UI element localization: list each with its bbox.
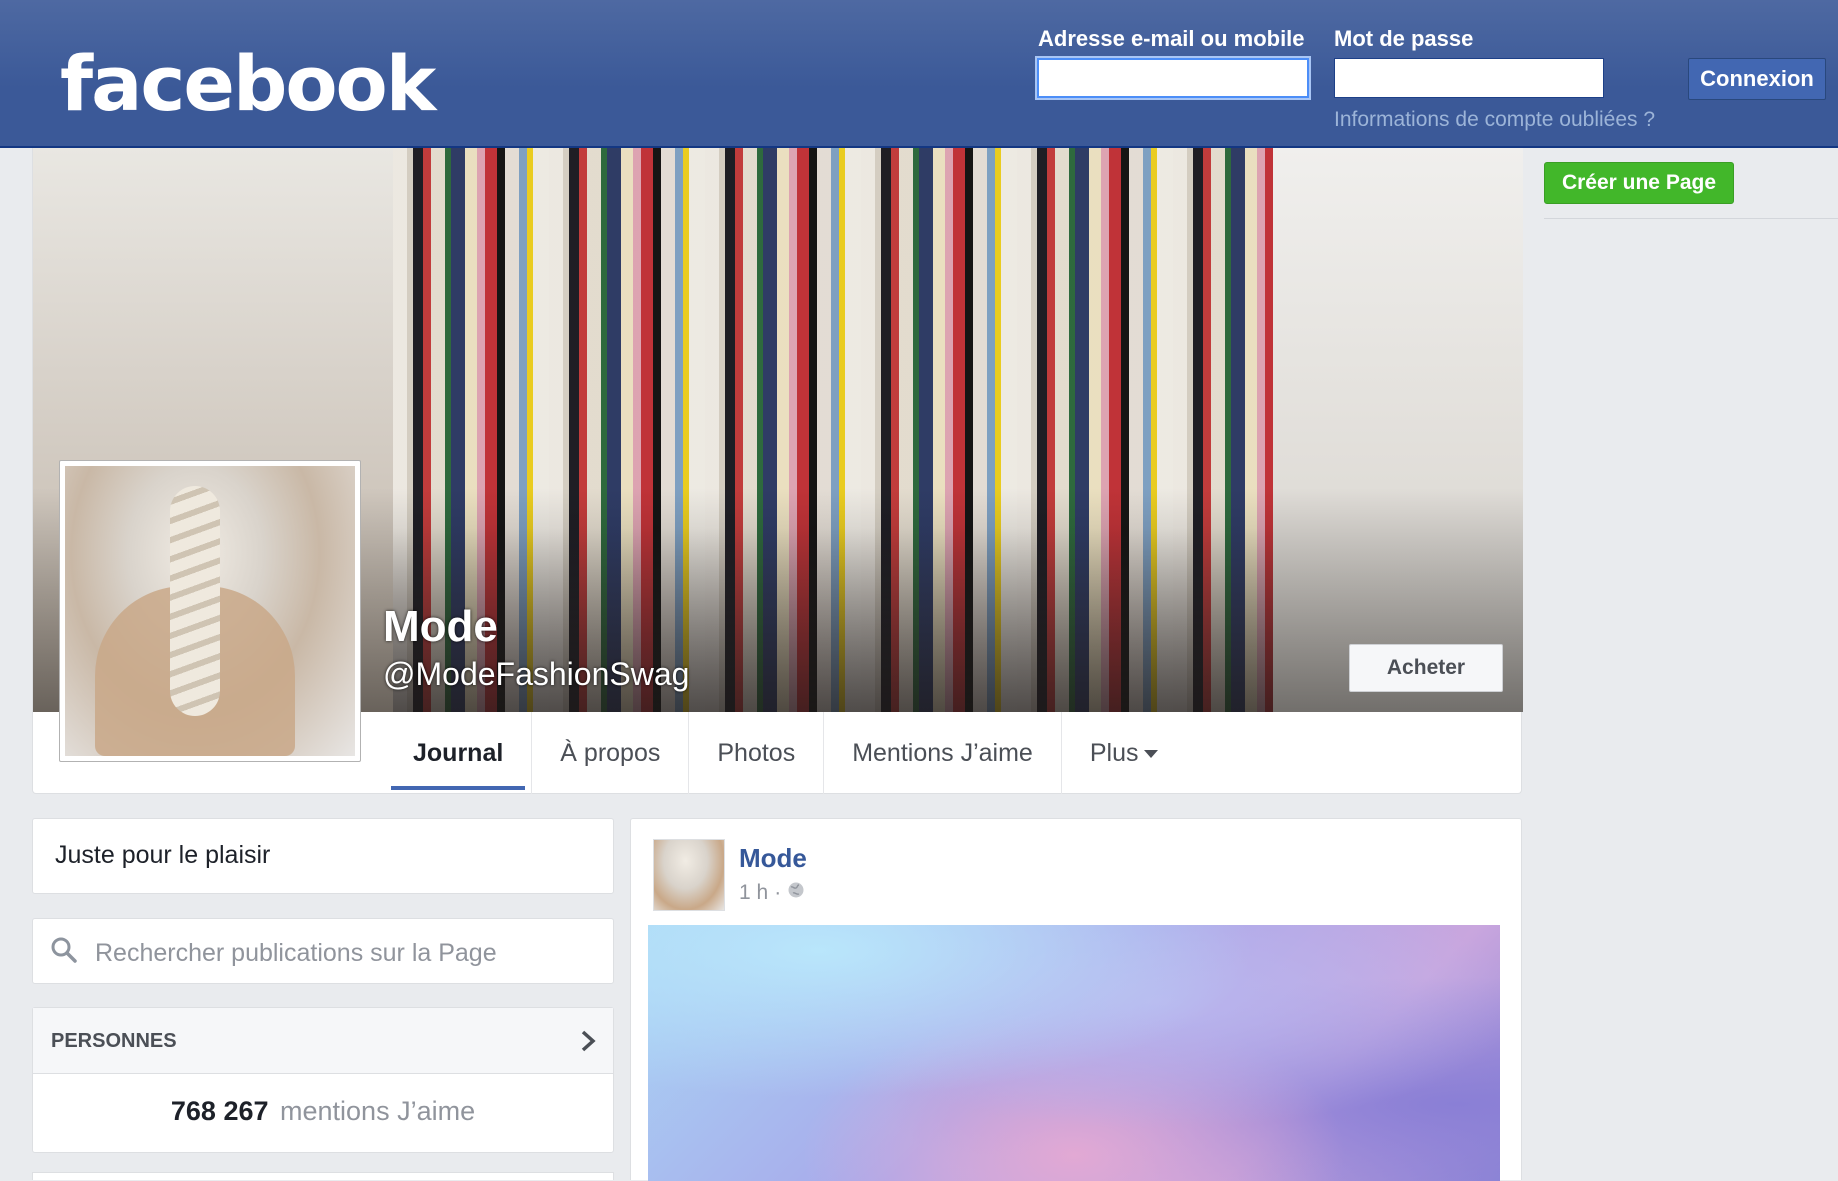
facebook-logo[interactable]: facebook [60, 38, 436, 130]
login-button[interactable]: Connexion [1688, 58, 1826, 100]
globe-icon[interactable] [787, 881, 805, 905]
tab-journal[interactable]: Journal [385, 712, 533, 794]
meta-separator: · [774, 881, 782, 904]
email-field[interactable] [1037, 58, 1309, 98]
next-box-edge [32, 1172, 614, 1180]
search-input[interactable]: Rechercher publications sur la Page [95, 939, 497, 968]
avatar[interactable] [653, 839, 725, 911]
tab-likes[interactable]: Mentions J’aime [824, 712, 1062, 794]
tab-about[interactable]: À propos [532, 712, 690, 794]
profile-image [65, 466, 355, 756]
people-title: PERSONNES [51, 1030, 177, 1052]
people-box: PERSONNES 768 267 mentions J’aime [32, 1007, 614, 1153]
shop-button[interactable]: Acheter [1349, 644, 1503, 692]
people-header[interactable]: PERSONNES [33, 1008, 613, 1074]
chevron-right-icon [579, 1028, 597, 1059]
tab-photos[interactable]: Photos [689, 712, 825, 794]
likes-summary: 768 267 mentions J’aime [33, 1096, 613, 1127]
post-image[interactable] [648, 925, 1500, 1181]
caret-down-icon [1144, 750, 1159, 759]
likes-count: 768 267 [170, 1096, 269, 1126]
page-category[interactable]: Juste pour le plaisir [55, 841, 270, 870]
post-meta: 1 h · [739, 881, 805, 905]
create-page-button[interactable]: Créer une Page [1544, 162, 1734, 204]
post-time[interactable]: 1 h [739, 881, 768, 905]
profile-image-braid [170, 486, 220, 716]
page-title[interactable]: Mode [383, 602, 498, 652]
top-bar: facebook Adresse e-mail ou mobile Mot de… [0, 0, 1838, 148]
forgot-account-link[interactable]: Informations de compte oubliées ? [1334, 108, 1655, 132]
post-author[interactable]: Mode [739, 843, 807, 874]
password-label: Mot de passe [1334, 26, 1474, 51]
page-search-box[interactable]: Rechercher publications sur la Page [32, 918, 614, 984]
page-header-card: Mode @ModeFashionSwag Acheter Journal À … [32, 148, 1523, 794]
search-icon [49, 935, 79, 965]
tab-more[interactable]: Plus [1062, 712, 1187, 794]
likes-label: mentions J’aime [280, 1096, 476, 1126]
page-handle: @ModeFashionSwag [383, 656, 690, 692]
tab-more-label: Plus [1089, 739, 1139, 767]
post-card: Mode 1 h · [630, 818, 1522, 1181]
page-tabs: Journal À propos Photos Mentions J’aime … [385, 712, 1186, 794]
category-box: Juste pour le plaisir [32, 818, 614, 894]
divider [1544, 218, 1838, 219]
profile-picture[interactable] [59, 460, 361, 762]
email-label: Adresse e-mail ou mobile [1038, 26, 1305, 51]
password-field[interactable] [1334, 58, 1604, 98]
